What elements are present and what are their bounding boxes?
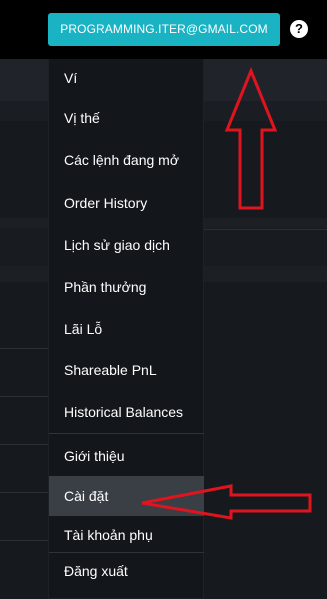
annotation-arrows bbox=[141, 67, 312, 520]
up-arrow-annotation bbox=[224, 67, 278, 210]
left-arrow-annotation bbox=[141, 484, 312, 520]
